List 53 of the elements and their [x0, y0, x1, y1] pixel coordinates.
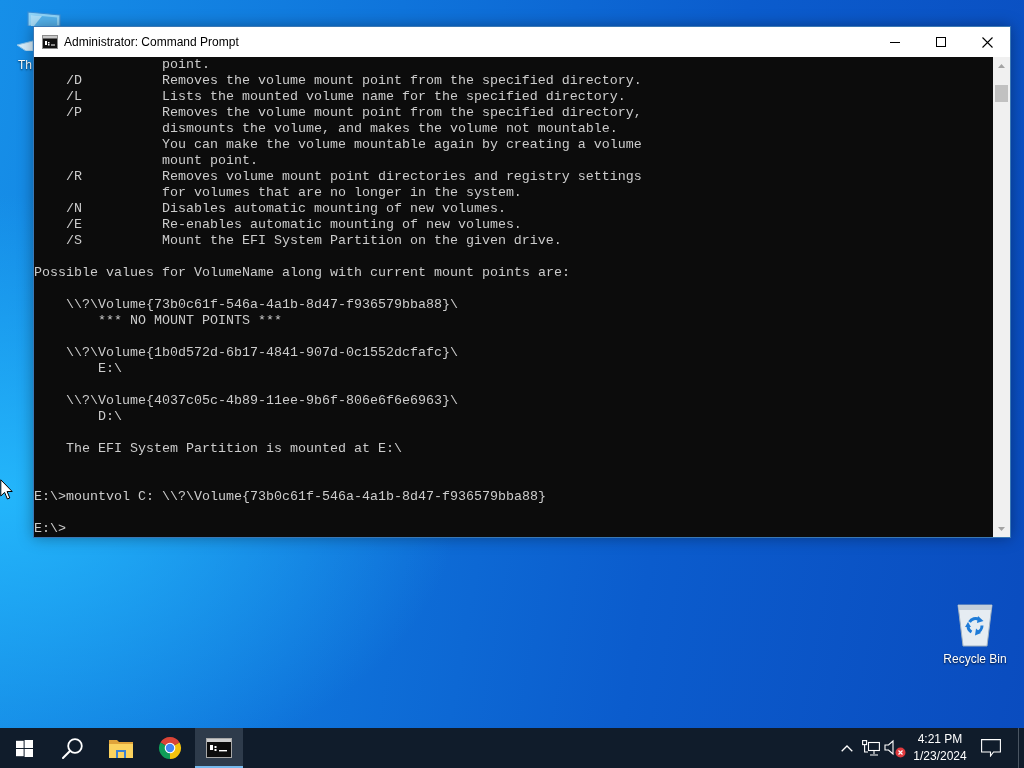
command-prompt-button[interactable]	[195, 728, 243, 768]
chevron-up-icon	[841, 744, 853, 752]
close-icon	[981, 36, 993, 48]
command-line: E:\>	[34, 521, 66, 537]
parameter-name: /E	[66, 217, 82, 233]
help-text: Disables automatic mounting of new volumes.	[161, 201, 506, 217]
icon-label[interactable]: Recycle Bin	[943, 652, 1007, 666]
parameter-name: /R	[66, 169, 82, 185]
help-text: Lists the mounted volume name for the specified directory.	[161, 89, 626, 105]
volume-path: \\?\Volume{1b0d572d-6b17-4841-907d-0c1552dcfafc}\	[66, 345, 458, 361]
help-text: Removes volume mount point directories and registry settings	[161, 169, 642, 185]
notifications-icon	[981, 739, 1001, 757]
minimize-icon	[890, 41, 900, 43]
help-text: Re-enables automatic mounting of new volumes.	[161, 217, 522, 233]
caret-down-icon	[998, 526, 1005, 531]
scrollbar[interactable]	[993, 57, 1010, 537]
parameter-name: /N	[66, 201, 82, 217]
folder-icon	[109, 738, 133, 758]
mount-point: D:\	[97, 409, 122, 425]
network-icon	[862, 740, 880, 756]
command-line: E:\>mountvol C: \\?\Volume{73b0c61f-546a-4a1b-8d47-f936579bba88}	[34, 489, 546, 505]
help-text: Removes the volume mount point from the specified directory.	[161, 73, 642, 89]
windows-logo-icon	[15, 739, 33, 757]
parameter-name: /L	[66, 89, 82, 105]
volume-path: \\?\Volume{4037c05c-4b89-11ee-9b6f-806e6f6e6963}\	[66, 393, 458, 409]
scrollbar-thumb[interactable]	[995, 85, 1008, 102]
browser-icon	[158, 736, 182, 760]
recycle-bin-icon[interactable]	[955, 601, 995, 647]
caret-up-icon	[998, 63, 1005, 68]
output-text: The EFI System Partition is mounted at E:\	[66, 441, 402, 457]
mouse-pointer-icon	[0, 479, 13, 500]
parameter-name: /S	[66, 233, 82, 249]
help-text: Removes the volume mount point from the specified directory,	[161, 105, 642, 121]
speaker-with-x-icon	[884, 738, 906, 758]
terminal-icon	[42, 35, 58, 49]
clock-button[interactable]: 4:21 PM 1/23/2024	[907, 728, 973, 768]
help-text: dismounts the volume, and makes the volume not mountable.	[161, 121, 618, 137]
maximize-icon	[936, 37, 946, 47]
output-text: Possible values for VolumeName along with current mount points are:	[34, 265, 570, 281]
help-text: point.	[161, 57, 210, 73]
help-text: mount point.	[161, 153, 258, 169]
parameter-name: /P	[66, 105, 82, 121]
help-text: for volumes that are no longer in the system.	[161, 185, 522, 201]
volume-path: \\?\Volume{73b0c61f-546a-4a1b-8d47-f936579bba88}\	[66, 297, 458, 313]
computer-stand-icon[interactable]	[16, 38, 33, 51]
mount-point: *** NO MOUNT POINTS ***	[97, 313, 282, 329]
parameter-name: /D	[66, 73, 82, 89]
mount-point: E:\	[97, 361, 122, 377]
window-title: Administrator: Command Prompt	[64, 34, 239, 51]
help-text: You can make the volume mountable again by creating a volume	[161, 137, 642, 153]
terminal-icon	[206, 738, 232, 758]
search-icon	[61, 737, 83, 759]
help-text: Mount the EFI System Partition on the given drive.	[161, 233, 562, 249]
